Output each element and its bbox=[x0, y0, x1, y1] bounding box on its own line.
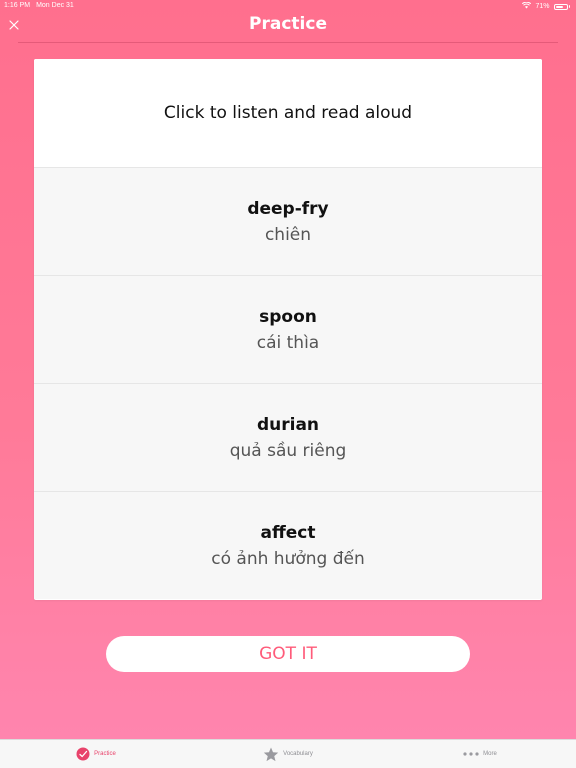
word-row-4[interactable]: affect có ảnh hưởng đến bbox=[34, 491, 542, 599]
header-divider bbox=[18, 42, 558, 43]
status-bar: 1:16 PM Mon Dec 31 71% bbox=[0, 0, 576, 12]
status-time: 1:16 PM bbox=[4, 2, 31, 9]
page-title: Practice bbox=[249, 14, 327, 34]
word-term: affect bbox=[260, 522, 316, 543]
star-icon bbox=[263, 747, 279, 762]
word-term: durian bbox=[256, 414, 320, 435]
tab-vocabulary[interactable]: Vocabulary bbox=[192, 740, 384, 768]
tab-label: Practice bbox=[94, 751, 116, 757]
tab-bar: Practice Vocabulary More bbox=[0, 739, 576, 768]
word-row-2[interactable]: spoon cái thìa bbox=[34, 275, 542, 383]
got-it-button[interactable]: GOT IT bbox=[106, 636, 470, 672]
status-left: 1:16 PM Mon Dec 31 bbox=[4, 2, 74, 9]
practice-card: Click to listen and read aloud deep-fry … bbox=[34, 59, 542, 600]
word-translation: cái thìa bbox=[256, 332, 320, 353]
word-term: deep-fry bbox=[247, 198, 329, 219]
status-date: Mon Dec 31 bbox=[36, 2, 74, 9]
tab-practice[interactable]: Practice bbox=[0, 740, 192, 768]
tab-label: Vocabulary bbox=[283, 751, 313, 757]
header: Practice bbox=[0, 12, 576, 42]
tab-more[interactable]: More bbox=[384, 740, 576, 768]
wifi-icon bbox=[522, 1, 532, 11]
more-icon bbox=[463, 752, 479, 756]
battery-fill bbox=[555, 5, 563, 8]
instruction-text: Click to listen and read aloud bbox=[34, 59, 542, 167]
word-translation: quả sầu riêng bbox=[229, 440, 347, 461]
tab-label: More bbox=[483, 751, 497, 757]
practice-icon bbox=[76, 747, 90, 761]
word-term: spoon bbox=[259, 306, 317, 327]
battery-tip bbox=[568, 5, 570, 8]
word-row-1[interactable]: deep-fry chiên bbox=[34, 167, 542, 275]
battery-percent: 71% bbox=[535, 3, 550, 10]
word-translation: có ảnh hưởng đến bbox=[211, 548, 365, 569]
word-translation: chiên bbox=[264, 224, 312, 245]
status-right: 71% bbox=[522, 1, 570, 11]
battery-icon bbox=[553, 3, 568, 10]
word-row-3[interactable]: durian quả sầu riêng bbox=[34, 383, 542, 491]
